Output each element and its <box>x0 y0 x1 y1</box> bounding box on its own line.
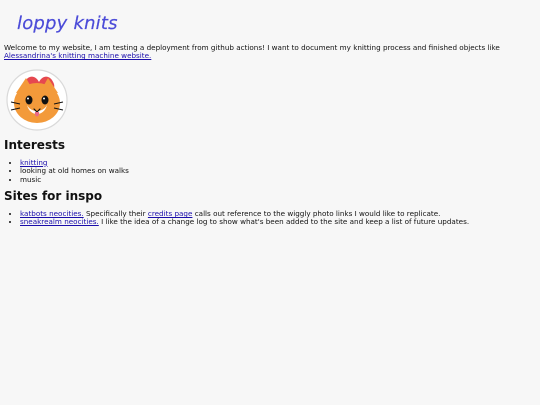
page-root: loppy knits Welcome to my website, I am … <box>0 0 540 405</box>
interests-title: Interests <box>4 137 65 152</box>
interests-list: knitting looking at old homes on walks m… <box>4 158 536 184</box>
sites-for-inspo-section: Sites for inspo katbots neocities. Speci… <box>4 188 536 227</box>
site-logo: loppy knits <box>17 13 118 34</box>
sites-title: Sites for inspo <box>4 188 103 203</box>
interests-section: Interests knitting looking at old homes … <box>4 137 536 184</box>
site-logo-text: loppy knits <box>17 13 118 34</box>
sites-list: katbots neocities. Specifically their cr… <box>4 209 536 227</box>
intro-paragraph: Welcome to my website, I am testing a de… <box>4 43 536 61</box>
site-item-sneakrealm: sneakrealm neocities. I like the idea of… <box>20 218 536 226</box>
alessandrina-link[interactable]: Alessandrina's knitting machine website. <box>4 51 151 60</box>
interest-item-homes: looking at old homes on walks <box>20 166 536 175</box>
sneakrealm-text-after: I like the idea of a change log to show … <box>98 217 470 227</box>
cat-sticker-icon <box>4 65 70 131</box>
interest-item-music: music <box>20 175 536 184</box>
sneakrealm-link[interactable]: sneakrealm neocities. <box>20 217 99 226</box>
